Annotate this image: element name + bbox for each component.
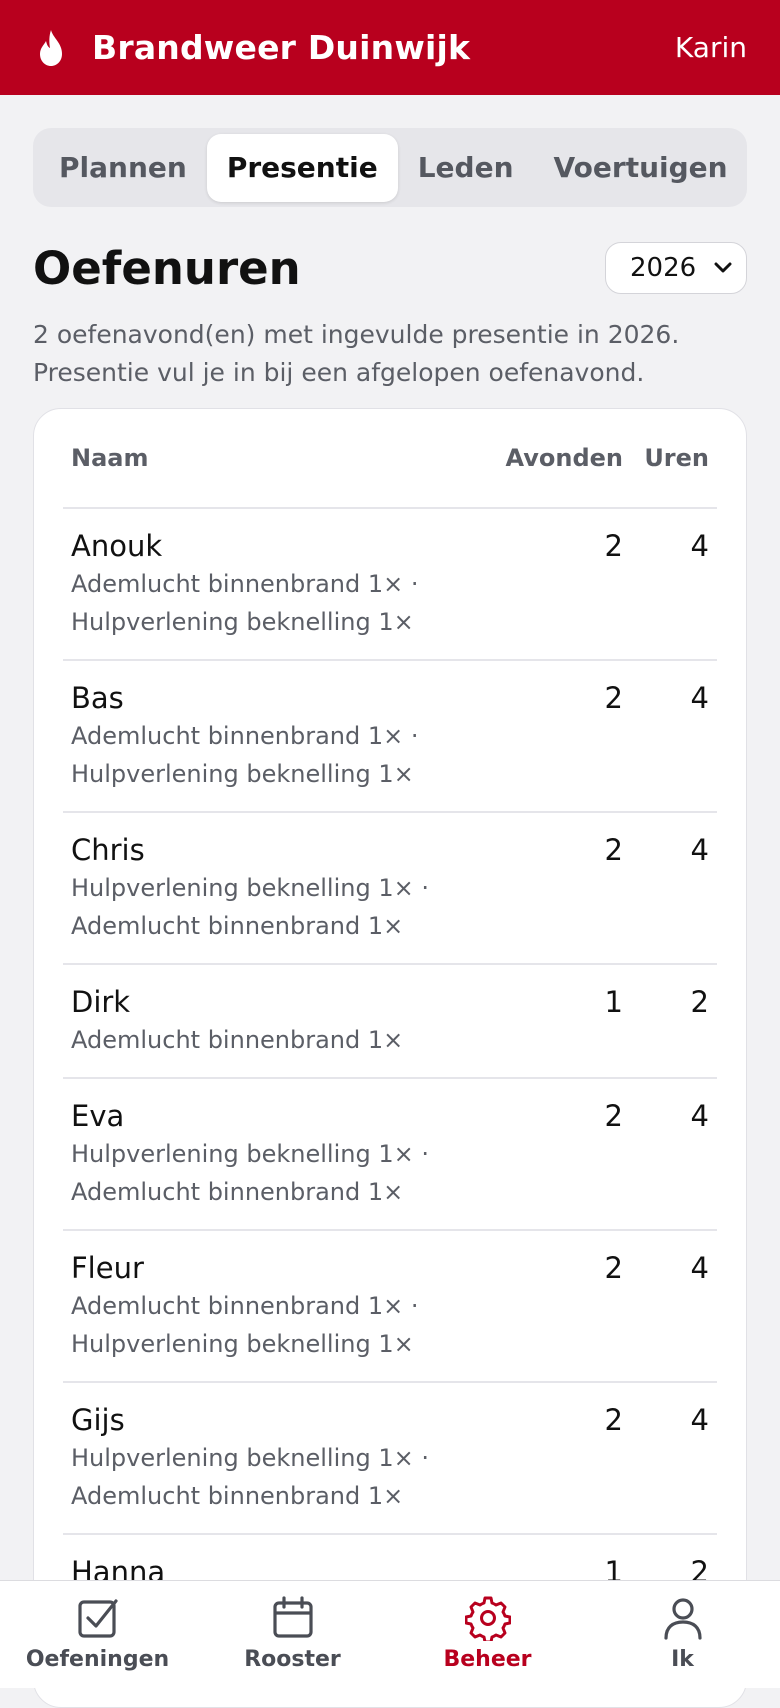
member-exercises: Hulpverlening beknelling 1× · <box>71 1140 429 1168</box>
member-exercises: Hulpverlening beknelling 1× <box>71 608 414 636</box>
avonden-count: 2 <box>604 529 623 563</box>
member-exercises: Ademlucht binnenbrand 1× <box>71 1482 404 1510</box>
heading-row: Oefenuren 2026 <box>33 238 747 298</box>
uren-count: 4 <box>690 833 709 867</box>
tab-voertuigen[interactable]: Voertuigen <box>534 134 747 202</box>
hours-table-card: Naam Avonden Uren Anouk Ademlucht binnen… <box>33 408 747 1708</box>
member-name: Eva <box>71 1099 125 1133</box>
year-select[interactable]: 2026 <box>605 242 747 294</box>
avonden-count: 2 <box>604 1099 623 1133</box>
year-select-value: 2026 <box>630 253 697 283</box>
chevron-down-icon <box>714 262 732 273</box>
tab-plannen[interactable]: Plannen <box>39 134 207 202</box>
intro-line-1: 2 oefenavond(en) met ingevulde presentie… <box>33 320 680 349</box>
member-exercises: Hulpverlening beknelling 1× · <box>71 874 429 902</box>
uren-count: 4 <box>690 1251 709 1285</box>
table-row: Eva Hulpverlening beknelling 1× · Ademlu… <box>63 1079 717 1231</box>
member-exercises: Hulpverlening beknelling 1× · <box>71 1444 429 1472</box>
nav-label: Oefeningen <box>25 1647 170 1672</box>
tab-presentie[interactable]: Presentie <box>206 133 398 202</box>
nav-label: Beheer <box>443 1647 532 1672</box>
avonden-count: 2 <box>604 681 623 715</box>
member-exercises: Hulpverlening beknelling 1× <box>71 760 414 788</box>
nav-label: Ik <box>671 1647 694 1672</box>
member-name: Anouk <box>71 529 163 563</box>
nav-ik[interactable]: Ik <box>585 1581 780 1688</box>
avonden-count: 2 <box>604 833 623 867</box>
uren-count: 4 <box>690 681 709 715</box>
checkbox-icon <box>77 1599 118 1638</box>
member-exercises: Hulpverlening beknelling 1× <box>71 1330 414 1358</box>
table-row: Anouk Ademlucht binnenbrand 1× · Hulpver… <box>63 509 717 661</box>
nav-oefeningen[interactable]: Oefeningen <box>0 1581 195 1688</box>
intro-text: 2 oefenavond(en) met ingevulde presentie… <box>33 316 747 392</box>
table-row: Dirk Ademlucht binnenbrand 1× 1 2 <box>63 965 717 1079</box>
column-header-avonden: Avonden <box>505 444 623 472</box>
app-header: Brandweer Duinwijk Karin <box>0 0 780 95</box>
table-row: Bas Ademlucht binnenbrand 1× · Hulpverle… <box>63 661 717 813</box>
column-header-uren: Uren <box>644 444 709 472</box>
bottom-nav: Oefeningen Rooster Beheer Ik <box>0 1580 780 1688</box>
uren-count: 4 <box>690 529 709 563</box>
member-name: Gijs <box>71 1403 125 1437</box>
avonden-count: 2 <box>604 1403 623 1437</box>
calendar-icon <box>272 1596 313 1638</box>
table-header: Naam Avonden Uren <box>63 409 717 509</box>
member-name: Chris <box>71 833 145 867</box>
column-header-name: Naam <box>71 444 149 472</box>
member-exercises: Ademlucht binnenbrand 1× <box>71 1026 404 1054</box>
table-row: Fleur Ademlucht binnenbrand 1× · Hulpver… <box>63 1231 717 1383</box>
member-name: Dirk <box>71 985 131 1019</box>
tab-leden[interactable]: Leden <box>398 134 534 202</box>
member-exercises: Ademlucht binnenbrand 1× · <box>71 722 419 750</box>
avonden-count: 2 <box>604 1251 623 1285</box>
person-icon <box>663 1598 702 1640</box>
nav-rooster[interactable]: Rooster <box>195 1581 390 1688</box>
intro-line-2: Presentie vul je in bij een afgelopen oe… <box>33 358 645 387</box>
user-name[interactable]: Karin <box>675 31 747 64</box>
avonden-count: 1 <box>604 985 623 1019</box>
member-exercises: Ademlucht binnenbrand 1× <box>71 912 404 940</box>
member-exercises: Ademlucht binnenbrand 1× · <box>71 1292 419 1320</box>
gear-icon <box>464 1596 511 1641</box>
app-title: Brandweer Duinwijk <box>92 28 471 67</box>
table-row: Chris Hulpverlening beknelling 1× · Adem… <box>63 813 717 965</box>
member-name: Bas <box>71 681 124 715</box>
member-exercises: Ademlucht binnenbrand 1× <box>71 1178 404 1206</box>
flame-icon <box>40 29 62 66</box>
uren-count: 4 <box>690 1403 709 1437</box>
nav-label: Rooster <box>244 1647 341 1672</box>
member-exercises: Ademlucht binnenbrand 1× · <box>71 570 419 598</box>
nav-beheer[interactable]: Beheer <box>390 1581 585 1688</box>
section-tabs: Plannen Presentie Leden Voertuigen <box>33 128 747 207</box>
table-row: Gijs Hulpverlening beknelling 1× · Ademl… <box>63 1383 717 1535</box>
member-name: Fleur <box>71 1251 144 1285</box>
uren-count: 4 <box>690 1099 709 1133</box>
uren-count: 2 <box>690 985 709 1019</box>
page-title: Oefenuren <box>33 241 301 295</box>
